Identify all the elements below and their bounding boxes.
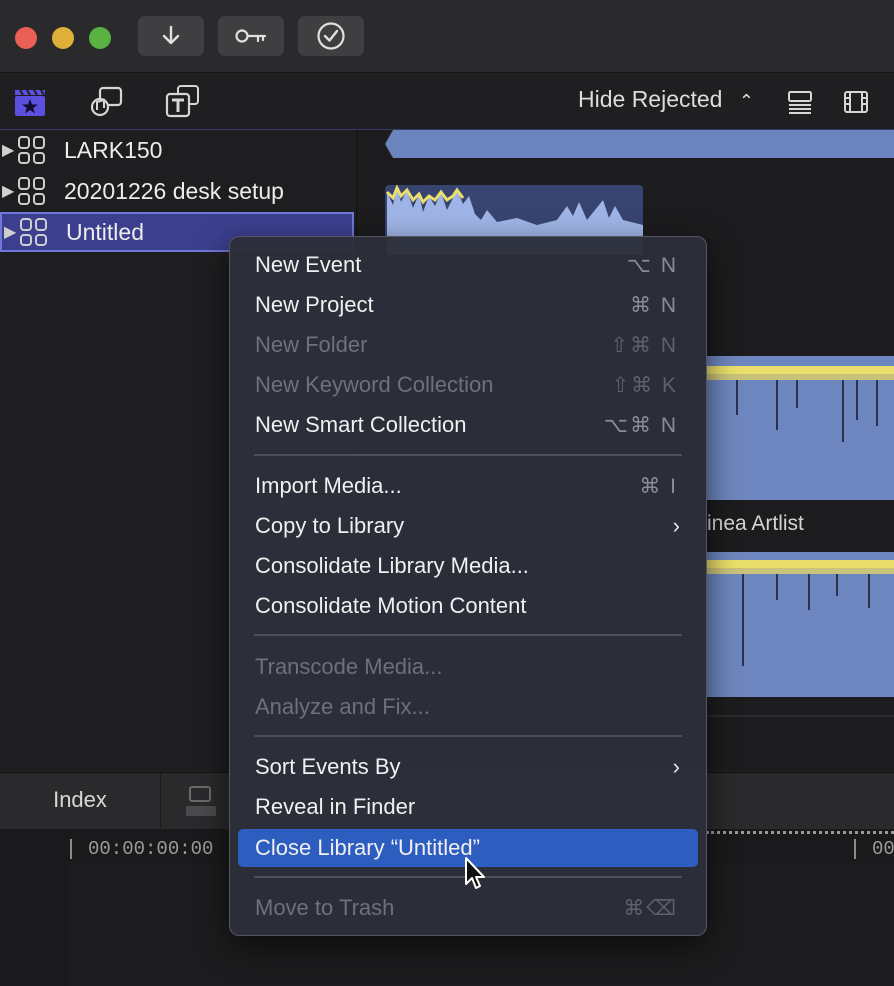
- menu-item-new-keyword-collection[interactable]: New Keyword Collection ⇧⌘ K: [238, 367, 698, 403]
- library-row[interactable]: ▶ LARK150: [0, 130, 356, 170]
- zoom-window-button[interactable]: [89, 27, 111, 49]
- menu-item-shortcut: ⌘⌫: [623, 896, 678, 920]
- keywords-button[interactable]: [218, 16, 284, 56]
- download-icon: [162, 25, 180, 45]
- menu-item-label: Reveal in Finder: [255, 794, 416, 819]
- clip-name-label: inea Artlist: [707, 512, 804, 535]
- list-view-icon: [788, 91, 812, 114]
- disclosure-triangle-icon[interactable]: ▶: [4, 222, 18, 242]
- ruler-tick: [854, 839, 856, 859]
- menu-item-analyze-and-fix[interactable]: Analyze and Fix...: [238, 689, 698, 725]
- chevron-up-down-icon: ⌃: [738, 91, 754, 111]
- ruler-tick: [70, 839, 72, 859]
- menu-item-new-folder[interactable]: New Folder ⇧⌘ N: [238, 327, 698, 363]
- menu-item-shortcut: ⌥⌘ N: [603, 413, 678, 437]
- menu-item-shortcut: ⌥ N: [626, 253, 678, 277]
- menu-item-new-smart-collection[interactable]: New Smart Collection ⌥⌘ N: [238, 407, 698, 443]
- menu-item-reveal-in-finder[interactable]: Reveal in Finder: [238, 789, 698, 825]
- menu-separator: [254, 634, 682, 636]
- libraries-clapper-icon: [15, 89, 45, 116]
- libraries-button[interactable]: [12, 85, 48, 119]
- menu-item-label: New Smart Collection: [255, 412, 467, 437]
- menu-item-label: New Event: [255, 252, 362, 277]
- menu-item-consolidate-library-media[interactable]: Consolidate Library Media...: [238, 548, 698, 584]
- menu-item-label: New Folder: [255, 332, 368, 357]
- photos-audio-button[interactable]: [88, 85, 124, 119]
- ruler-dotted-line: [706, 831, 894, 834]
- disclosure-triangle-icon[interactable]: ▶: [2, 140, 16, 160]
- menu-item-consolidate-motion-content[interactable]: Consolidate Motion Content: [238, 588, 698, 624]
- disclosure-triangle-icon[interactable]: ▶: [2, 181, 16, 201]
- browser-toolbar: [0, 73, 894, 130]
- library-icon: [20, 218, 48, 246]
- library-icon: [18, 177, 46, 205]
- menu-item-new-project[interactable]: New Project ⌘ N: [238, 287, 698, 323]
- filmstrip-view-button[interactable]: [838, 85, 874, 119]
- menu-item-new-event[interactable]: New Event ⌥ N: [238, 247, 698, 283]
- menu-item-transcode-media[interactable]: Transcode Media...: [238, 649, 698, 685]
- timeline-index-label: Index: [53, 787, 107, 812]
- import-button[interactable]: [138, 16, 204, 56]
- titles-generators-icon: [165, 85, 199, 118]
- clip-filter-popup[interactable]: Hide Rejected ⌃: [578, 86, 754, 113]
- submenu-chevron-icon: ›: [672, 754, 680, 779]
- menu-item-shortcut: ⌘ I: [639, 474, 678, 498]
- clip-thumbnail-strip[interactable]: [385, 130, 894, 158]
- list-view-button[interactable]: [782, 85, 818, 119]
- library-name: Untitled: [66, 218, 144, 245]
- checkmark-circle-icon: [317, 22, 345, 50]
- audio-clip-thumbnail[interactable]: [707, 552, 894, 697]
- library-context-menu: New Event ⌥ N New Project ⌘ N New Folder…: [229, 236, 707, 936]
- timecode-start: 00:00:00:00: [88, 838, 214, 860]
- menu-item-shortcut: ⇧⌘ K: [611, 373, 678, 397]
- timeline-appearance-icon[interactable]: [184, 784, 218, 818]
- menu-item-label: Consolidate Library Media...: [255, 553, 529, 578]
- menu-separator: [254, 735, 682, 737]
- timeline-index-button[interactable]: Index: [0, 772, 161, 828]
- titles-generators-button[interactable]: [164, 85, 200, 119]
- close-window-button[interactable]: [15, 27, 37, 49]
- submenu-chevron-icon: ›: [672, 513, 680, 538]
- menu-item-shortcut: ⇧⌘ N: [610, 333, 678, 357]
- menu-item-label: New Keyword Collection: [255, 372, 494, 397]
- filmstrip-icon: [844, 91, 868, 113]
- library-name: 20201226 desk setup: [64, 177, 284, 204]
- menu-item-label: Import Media...: [255, 473, 402, 498]
- menu-item-label: Transcode Media...: [255, 654, 443, 679]
- menu-item-move-to-trash[interactable]: Move to Trash ⌘⌫: [238, 890, 698, 926]
- minimize-window-button[interactable]: [52, 27, 74, 49]
- title-bar: [0, 0, 894, 73]
- menu-item-label: Analyze and Fix...: [255, 694, 430, 719]
- library-name: LARK150: [64, 136, 163, 163]
- library-icon: [18, 136, 46, 164]
- menu-item-import-media[interactable]: Import Media... ⌘ I: [238, 468, 698, 504]
- menu-item-label: Copy to Library: [255, 513, 405, 538]
- photos-audio-icon: [90, 86, 123, 117]
- timecode-end: 00: [872, 838, 894, 860]
- mouse-pointer-icon: [465, 857, 485, 889]
- menu-item-label: Close Library “Untitled”: [255, 835, 480, 860]
- menu-item-label: Consolidate Motion Content: [255, 593, 527, 618]
- menu-item-sort-events-by[interactable]: Sort Events By ›: [238, 749, 698, 785]
- background-tasks-button[interactable]: [298, 16, 364, 56]
- audio-clip-thumbnail[interactable]: [707, 356, 894, 500]
- menu-item-label: Move to Trash: [255, 895, 395, 920]
- key-icon: [235, 29, 267, 43]
- menu-item-label: New Project: [255, 292, 374, 317]
- menu-item-shortcut: ⌘ N: [630, 293, 678, 317]
- menu-item-label: Sort Events By: [255, 754, 401, 779]
- menu-separator: [254, 454, 682, 456]
- menu-item-copy-to-library[interactable]: Copy to Library ›: [238, 508, 698, 544]
- library-row[interactable]: ▶ 20201226 desk setup: [0, 171, 356, 211]
- clip-filter-label: Hide Rejected: [578, 86, 723, 112]
